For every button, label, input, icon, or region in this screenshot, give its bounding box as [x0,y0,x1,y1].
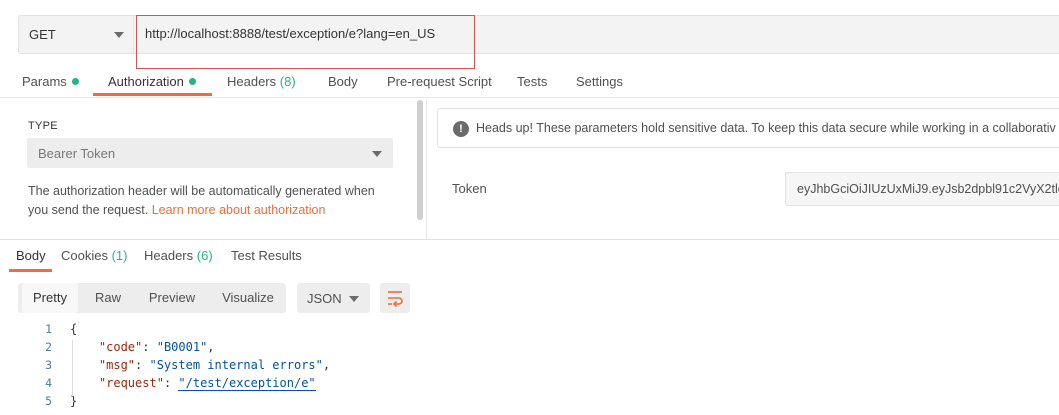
open-brace: { [70,322,78,336]
code-line: 5 } [0,394,1059,412]
method-label: GET [29,27,56,42]
line-content: } [70,394,77,408]
tab-headers-count: (8) [279,74,296,89]
type-label: TYPE [28,120,58,132]
tab-response-body[interactable]: Body [16,248,46,263]
line-content: "code": "B0001", [98,340,215,354]
line-number: 1 [45,322,52,336]
tab-pre-request-script[interactable]: Pre-request Script [387,74,492,89]
json-key: "code" [98,340,143,354]
line-content: "request": "/test/exception/e" [98,376,316,391]
wrap-lines-icon [388,291,403,308]
tab-response-headers-label: Headers [144,248,194,263]
tab-headers-label: Headers [227,74,277,89]
tab-test-results[interactable]: Test Results [231,248,302,263]
url-highlight-box [136,15,475,69]
tab-params[interactable]: Params [22,74,79,89]
preview-button[interactable]: Preview [142,283,202,313]
code-line: 3 "msg": "System internal errors", [0,358,1059,376]
tab-response-headers-count: (6) [196,248,213,263]
visualize-button[interactable]: Visualize [216,283,280,313]
auth-type-panel: TYPE Bearer Token The authorization head… [10,99,420,239]
tab-tests[interactable]: Tests [517,74,547,89]
sensitive-data-notice: ! Heads up! These parameters hold sensit… [437,108,1059,148]
chevron-down-icon [114,32,124,38]
chevron-down-icon [349,296,359,302]
format-label: JSON [307,291,342,306]
chevron-down-icon [372,151,382,157]
format-select[interactable]: JSON [297,283,370,313]
line-content: { [70,322,77,336]
info-icon: ! [453,121,469,137]
line-content: "msg": "System internal errors", [98,358,331,372]
tab-cookies-count: (1) [111,248,128,263]
tab-authorization[interactable]: Authorization [108,74,196,89]
pretty-button[interactable]: Pretty [22,283,78,313]
active-dot-icon [71,78,79,85]
response-body-code[interactable]: 1 { 2 "code": "B0001", 3 "msg": "System … [0,322,1059,415]
close-brace: } [70,394,78,408]
token-value: eyJhbGciOiJIUzUxMiJ9.eyJsb2dpbl91c2VyX2t… [797,182,1059,196]
raw-button[interactable]: Raw [88,283,128,313]
panel-divider [426,99,427,239]
tab-cookies[interactable]: Cookies (1) [61,248,127,263]
wrap-lines-button[interactable] [380,283,410,313]
line-number: 4 [45,376,52,390]
active-response-tab-underline [9,269,52,272]
request-tabs: Params Authorization Headers (8) Body Pr… [0,68,1059,98]
auth-type-select[interactable]: Bearer Token [27,138,393,168]
tab-params-label: Params [22,74,67,89]
line-number: 3 [45,358,52,372]
view-mode-group: Pretty Raw Preview Visualize [18,283,286,313]
auth-description: The authorization header will be automat… [28,182,398,220]
tab-response-headers[interactable]: Headers (6) [144,248,213,263]
json-value: "System internal errors" [149,358,323,372]
vertical-scrollbar[interactable] [417,100,423,220]
auth-type-value: Bearer Token [38,146,116,161]
top-strip [0,0,1059,14]
tab-authorization-label: Authorization [108,74,184,89]
line-number: 5 [45,394,52,408]
method-select[interactable]: GET [19,16,134,53]
code-line: 1 { [0,322,1059,340]
tab-settings[interactable]: Settings [576,74,623,89]
code-line: 2 "code": "B0001", [0,340,1059,358]
tab-headers[interactable]: Headers (8) [227,74,296,89]
notice-text: Heads up! These parameters hold sensitiv… [476,121,1056,135]
json-value: "B0001" [156,340,208,354]
response-tabs: Body Cookies (1) Headers (6) Test Result… [0,240,1059,272]
tab-cookies-label: Cookies [61,248,108,263]
active-dot-icon [188,78,196,85]
json-key: "request" [98,376,164,390]
tab-body[interactable]: Body [328,74,358,89]
json-value-link[interactable]: "/test/exception/e" [178,376,316,391]
line-number: 2 [45,340,52,354]
code-line: 4 "request": "/test/exception/e" [0,376,1059,394]
json-key: "msg" [98,358,136,372]
learn-more-link[interactable]: Learn more about authorization [152,203,326,217]
indent-guide [72,340,73,396]
active-tab-underline [93,93,212,96]
token-label: Token [452,181,487,196]
token-input[interactable]: eyJhbGciOiJIUzUxMiJ9.eyJsb2dpbl91c2VyX2t… [785,172,1059,206]
